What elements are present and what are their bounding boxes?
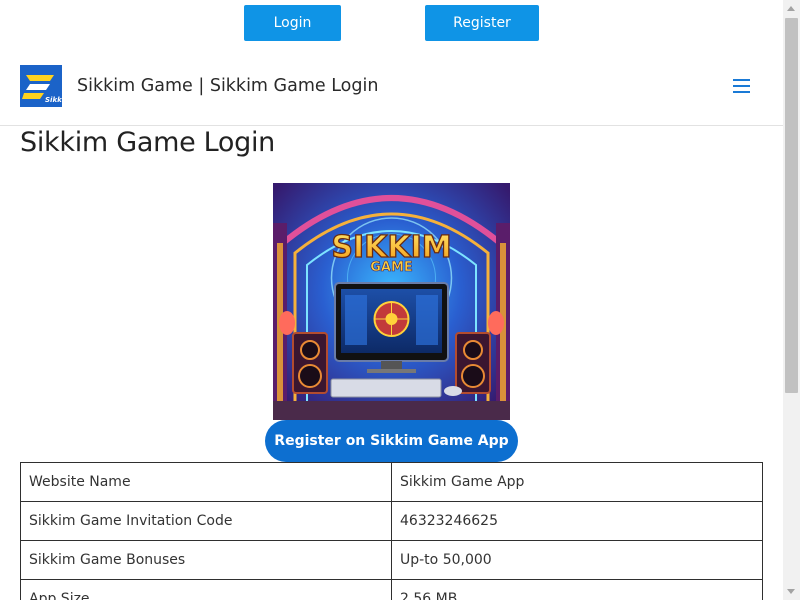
info-table: Website Name Sikkim Game App Sikkim Game… <box>20 462 763 600</box>
table-cell-key: Sikkim Game Invitation Code <box>20 501 392 541</box>
logo-text: Sikkim <box>45 96 62 104</box>
table-cell-value: 46323246625 <box>391 501 763 541</box>
page-title: Sikkim Game Login <box>20 127 275 158</box>
table-cell-value: 2.56 MB <box>391 579 763 600</box>
site-header: Sikkim Sikkim Game | Sikkim Game Login <box>0 48 783 126</box>
table-cell-value: Up-to 50,000 <box>391 540 763 580</box>
table-cell-key: App Size <box>20 579 392 600</box>
table-cell-value: Sikkim Game App <box>391 462 763 502</box>
table-row: Sikkim Game Bonuses Up-to 50,000 <box>20 540 763 580</box>
menu-icon[interactable] <box>733 79 751 93</box>
page: Login Register Sikkim Sikkim Game | Sikk… <box>0 0 783 600</box>
table-row: Website Name Sikkim Game App <box>20 462 763 502</box>
scroll-up-arrow-icon[interactable] <box>787 6 795 11</box>
register-button[interactable]: Register <box>425 5 539 41</box>
table-row: App Size 2.56 MB <box>20 579 763 600</box>
register-app-button[interactable]: Register on Sikkim Game App <box>265 420 518 462</box>
login-button[interactable]: Login <box>244 5 341 41</box>
scroll-down-arrow-icon[interactable] <box>787 589 795 594</box>
site-title[interactable]: Sikkim Game | Sikkim Game Login <box>77 76 378 96</box>
scrollbar-thumb[interactable] <box>785 18 798 393</box>
table-cell-key: Website Name <box>20 462 392 502</box>
table-cell-key: Sikkim Game Bonuses <box>20 540 392 580</box>
hero-subtitle: GAME <box>370 260 413 275</box>
vertical-scrollbar[interactable] <box>783 0 800 600</box>
table-row: Sikkim Game Invitation Code 46323246625 <box>20 501 763 541</box>
hero-image: SIKKIM GAME <box>273 183 510 420</box>
site-logo[interactable]: Sikkim <box>20 65 62 107</box>
